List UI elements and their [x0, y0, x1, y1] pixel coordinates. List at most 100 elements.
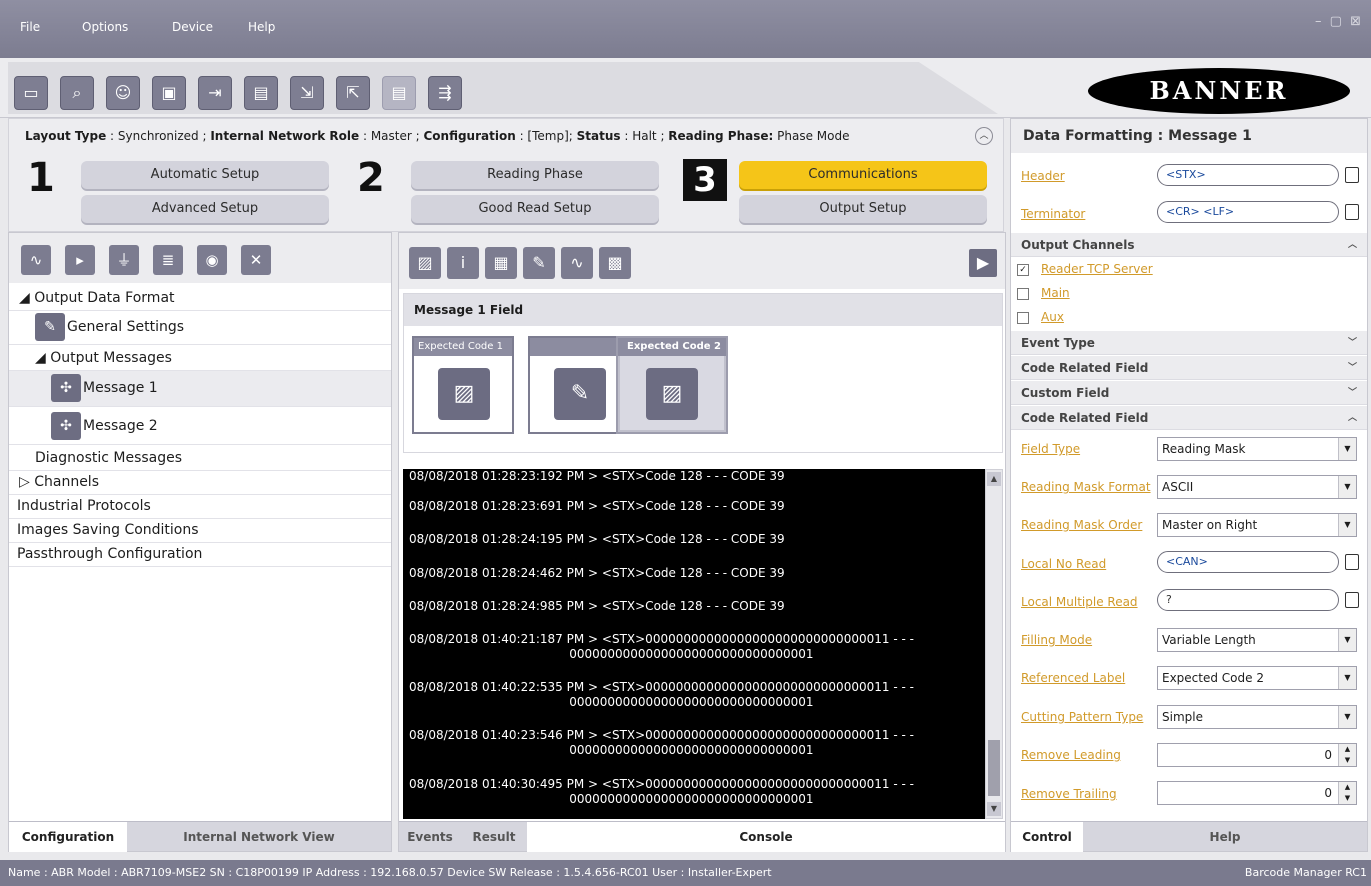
spinner-arrows-icon[interactable]: ▲ ▼ — [1338, 782, 1356, 804]
edit-multiple-read-icon[interactable] — [1345, 592, 1359, 608]
tree-message-2[interactable]: ✣ Message 2 — [9, 409, 391, 445]
waveform-icon[interactable]: ∿ — [21, 245, 51, 275]
mask-format-label[interactable]: Reading Mask Format — [1021, 480, 1151, 494]
remove-leading-spinner[interactable]: 0 ▲ ▼ — [1157, 743, 1357, 767]
reader-icon[interactable]: ▭ — [14, 76, 48, 110]
mask-order-label[interactable]: Reading Mask Order — [1021, 518, 1142, 532]
section-code-related-field[interactable]: Code Related Field ﹀ — [1011, 356, 1367, 380]
tree-diagnostic-messages[interactable]: Diagnostic Messages — [9, 447, 391, 471]
scroll-up-icon[interactable]: ▲ — [987, 472, 1001, 486]
menu-help[interactable]: Help — [248, 20, 275, 34]
find-icon[interactable]: ⌕ — [60, 76, 94, 110]
terminator-label[interactable]: Terminator — [1021, 207, 1085, 221]
close-icon[interactable]: ✕ — [241, 245, 271, 275]
ethernet-ip-icon[interactable]: ≣ — [153, 245, 183, 275]
tab-events[interactable]: Events — [399, 822, 461, 852]
menu-options[interactable]: Options — [82, 20, 128, 34]
communications-button[interactable]: Communications — [739, 161, 987, 189]
tab-console[interactable]: Console — [527, 822, 1005, 852]
tab-configuration[interactable]: Configuration — [9, 822, 127, 852]
counter-icon[interactable]: ▦ — [485, 247, 517, 279]
tree-images-saving[interactable]: Images Saving Conditions — [9, 519, 391, 543]
scroll-thumb[interactable] — [988, 740, 1000, 796]
section-event-type[interactable]: Event Type ﹀ — [1011, 331, 1367, 355]
collapse-icon[interactable]: ︿ — [975, 127, 993, 145]
play-icon[interactable]: ▶ — [969, 249, 997, 277]
field-card-expected-code-1[interactable]: Expected Code 1 ▨ — [412, 336, 514, 434]
spinner-arrows-icon[interactable]: ▲ ▼ — [1338, 744, 1356, 766]
tree-passthrough[interactable]: Passthrough Configuration — [9, 543, 391, 567]
field-type-select[interactable]: Reading Mask ▼ — [1157, 437, 1357, 461]
section-code-related-field-open[interactable]: Code Related Field ︿ — [1011, 406, 1367, 430]
export-icon[interactable]: ⇲ — [290, 76, 324, 110]
terminator-field[interactable]: <CR> <LF> — [1157, 201, 1339, 223]
dropdown-arrow-icon[interactable]: ▼ — [1338, 438, 1356, 460]
field-type-label[interactable]: Field Type — [1021, 442, 1080, 456]
tree-industrial-protocols[interactable]: Industrial Protocols — [9, 495, 391, 519]
dropdown-arrow-icon[interactable]: ▼ — [1338, 514, 1356, 536]
local-no-read-label[interactable]: Local No Read — [1021, 557, 1106, 571]
window-icon[interactable]: ▣ — [152, 76, 186, 110]
network-icon[interactable]: ⇶ — [428, 76, 462, 110]
cutting-pattern-label[interactable]: Cutting Pattern Type — [1021, 710, 1143, 724]
window-controls[interactable]: – ▢ ⊠ — [1315, 14, 1363, 29]
pencil-icon[interactable]: ✎ — [523, 247, 555, 279]
remove-trailing-label[interactable]: Remove Trailing — [1021, 787, 1117, 801]
advanced-setup-button[interactable]: Advanced Setup — [81, 195, 329, 223]
header-label[interactable]: Header — [1021, 169, 1065, 183]
waveform-icon[interactable]: ∿ — [561, 247, 593, 279]
edit-terminator-icon[interactable] — [1345, 204, 1359, 220]
cutting-pattern-select[interactable]: Simple ▼ — [1157, 705, 1357, 729]
send-icon[interactable]: ⇥ — [198, 76, 232, 110]
header-field[interactable]: <STX> — [1157, 164, 1339, 186]
channel-reader-tcp[interactable]: ✓ Reader TCP Server — [1017, 262, 1153, 276]
console-output[interactable]: 08/08/2018 01:28:23:192 PM > <STX>Code 1… — [403, 469, 985, 819]
tab-control[interactable]: Control — [1011, 822, 1083, 852]
local-multiple-read-label[interactable]: Local Multiple Read — [1021, 595, 1138, 609]
plug-icon[interactable]: ⏚ — [109, 245, 139, 275]
mask-format-select[interactable]: ASCII ▼ — [1157, 475, 1357, 499]
checkbox[interactable] — [1017, 311, 1029, 324]
dropdown-arrow-icon[interactable]: ▼ — [1338, 706, 1356, 728]
edit-header-icon[interactable] — [1345, 167, 1359, 183]
tab-result[interactable]: Result — [461, 822, 527, 852]
dropdown-arrow-icon[interactable]: ▼ — [1338, 476, 1356, 498]
scroll-down-icon[interactable]: ▼ — [987, 802, 1001, 816]
section-custom-field[interactable]: Custom Field ﹀ — [1011, 381, 1367, 405]
tree-output-messages[interactable]: ◢ Output Messages — [9, 347, 391, 371]
local-no-read-field[interactable]: <CAN> — [1157, 551, 1339, 573]
dropdown-arrow-icon[interactable]: ▼ — [1338, 667, 1356, 689]
user-settings-icon[interactable]: ☺ — [106, 76, 140, 110]
console-scrollbar[interactable]: ▲ ▼ — [985, 469, 1003, 819]
datamatrix-icon[interactable]: ▩ — [599, 247, 631, 279]
field-card-expected-code-2[interactable]: Expected Code 2 ▨ — [616, 336, 728, 434]
info-icon[interactable]: i — [447, 247, 479, 279]
dropdown-arrow-icon[interactable]: ▼ — [1338, 629, 1356, 651]
checkbox[interactable] — [1017, 287, 1029, 300]
fieldbus-icon[interactable]: ◉ — [197, 245, 227, 275]
tree-general-settings[interactable]: ✎ General Settings — [9, 311, 391, 345]
output-setup-button[interactable]: Output Setup — [739, 195, 987, 223]
good-read-setup-button[interactable]: Good Read Setup — [411, 195, 659, 223]
section-output-channels[interactable]: Output Channels ︿ — [1011, 233, 1367, 257]
checkbox-checked[interactable]: ✓ — [1017, 263, 1029, 276]
edit-no-read-icon[interactable] — [1345, 554, 1359, 570]
camera-send-icon[interactable]: ▸ — [65, 245, 95, 275]
remove-trailing-spinner[interactable]: 0 ▲ ▼ — [1157, 781, 1357, 805]
channel-aux[interactable]: Aux — [1017, 310, 1064, 324]
local-multiple-read-field[interactable]: ? — [1157, 589, 1339, 611]
channel-main[interactable]: Main — [1017, 286, 1070, 300]
save-icon[interactable]: ▤ — [244, 76, 278, 110]
tab-internal-network-view[interactable]: Internal Network View — [127, 822, 391, 852]
automatic-setup-button[interactable]: Automatic Setup — [81, 161, 329, 189]
filling-mode-label[interactable]: Filling Mode — [1021, 633, 1092, 647]
remove-leading-label[interactable]: Remove Leading — [1021, 748, 1121, 762]
menu-device[interactable]: Device — [172, 20, 213, 34]
field-card-custom[interactable]: ✎ — [528, 336, 630, 434]
filling-mode-select[interactable]: Variable Length ▼ — [1157, 628, 1357, 652]
tree-message-1[interactable]: ✣ Message 1 — [9, 371, 391, 407]
import-icon[interactable]: ⇱ — [336, 76, 370, 110]
referenced-label-label[interactable]: Referenced Label — [1021, 671, 1125, 685]
referenced-label-select[interactable]: Expected Code 2 ▼ — [1157, 666, 1357, 690]
tree-output-data-format[interactable]: ◢ Output Data Format — [9, 287, 391, 311]
